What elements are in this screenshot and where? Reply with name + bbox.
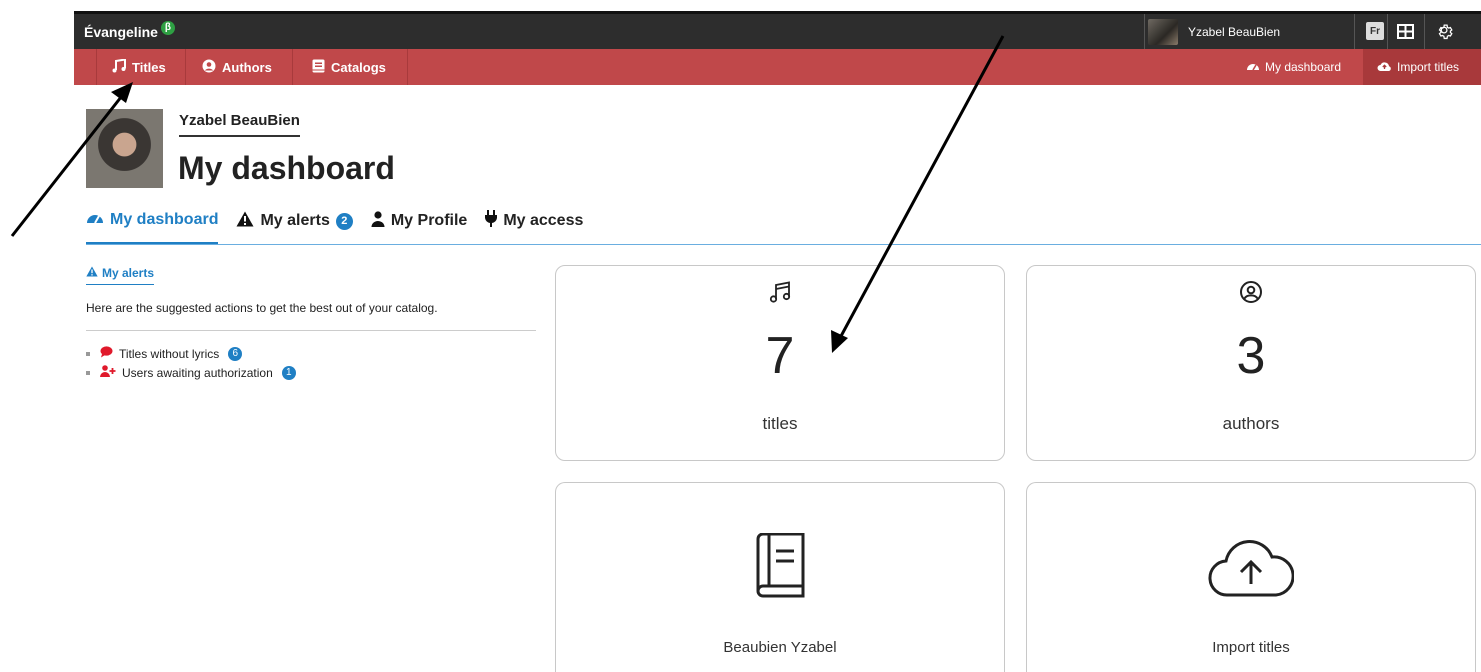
alerts-list: Titles without lyrics 6 Users awaiting a… — [86, 344, 296, 382]
alerts-heading-label: My alerts — [102, 266, 155, 280]
beta-badge: β — [160, 20, 175, 35]
tab-my-alerts[interactable]: My alerts 2 — [236, 206, 353, 236]
warning-icon — [86, 266, 98, 280]
divider — [86, 330, 536, 331]
nav-authors[interactable]: Authors — [202, 49, 272, 85]
music-icon — [556, 280, 1004, 304]
tab-label: My Profile — [390, 212, 468, 229]
tab-label: My access — [503, 212, 584, 229]
dashboard-icon — [86, 209, 104, 230]
user-plus-icon — [100, 365, 116, 380]
alert-label: Users awaiting authorization — [122, 365, 273, 380]
divider — [1424, 14, 1425, 49]
divider — [292, 49, 293, 85]
main-nav: Titles Authors Catalogs My dashboard Imp… — [74, 49, 1481, 85]
divider — [1354, 14, 1355, 49]
grid-icon[interactable] — [1394, 20, 1416, 42]
top-bar: Évangeline β Yzabel BeauBien Fr — [74, 14, 1481, 49]
avatar — [1148, 18, 1178, 45]
dashboard-icon — [1246, 59, 1260, 75]
divider — [96, 49, 97, 85]
brand[interactable]: Évangeline β — [84, 14, 175, 49]
titles-card[interactable]: 7 titles — [555, 265, 1005, 461]
nav-my-dashboard[interactable]: My dashboard — [1234, 49, 1362, 85]
titles-label: titles — [762, 414, 798, 433]
nav-import-titles[interactable]: Import titles — [1363, 49, 1481, 85]
profile-avatar — [86, 109, 163, 188]
user-icon — [371, 210, 385, 232]
language-button[interactable]: Fr — [1366, 22, 1384, 40]
nav-label: Authors — [222, 59, 272, 75]
alerts-heading[interactable]: My alerts — [86, 266, 155, 285]
catalog-card[interactable]: Beaubien Yzabel — [555, 482, 1005, 672]
tab-label: My alerts — [260, 212, 330, 229]
authors-card[interactable]: 3 authors — [1026, 265, 1476, 461]
alert-item-users-awaiting[interactable]: Users awaiting authorization 1 — [86, 363, 296, 382]
dashboard-tabs: My dashboard My alerts 2 My Profile My a… — [86, 206, 583, 245]
nav-titles[interactable]: Titles — [112, 49, 166, 85]
music-icon — [112, 57, 126, 76]
user-menu[interactable]: Yzabel BeauBien — [1144, 14, 1352, 49]
alerts-count-badge: 2 — [335, 212, 353, 230]
alert-count-badge: 6 — [228, 346, 243, 361]
tab-my-access[interactable]: My access — [485, 206, 583, 236]
tabs-divider — [86, 244, 1481, 245]
cloud-upload-icon — [1377, 60, 1392, 75]
alerts-description: Here are the suggested actions to get th… — [86, 301, 438, 315]
cloud-upload-icon — [1027, 537, 1475, 599]
divider — [407, 49, 408, 85]
nav-catalogs[interactable]: Catalogs — [312, 49, 386, 85]
import-card[interactable]: Import titles — [1026, 482, 1476, 672]
brand-name: Évangeline — [84, 23, 158, 40]
nav-label: Import titles — [1397, 60, 1460, 74]
page-title: My dashboard — [178, 150, 395, 186]
arrow-head-titles — [111, 82, 133, 103]
user-circle-icon — [1027, 280, 1475, 304]
tab-label: My dashboard — [110, 210, 219, 228]
book-icon — [556, 533, 1004, 599]
divider — [1387, 14, 1388, 49]
import-label: Import titles — [1212, 639, 1290, 656]
gear-icon[interactable] — [1434, 20, 1456, 42]
divider — [185, 49, 186, 85]
bullet — [86, 351, 90, 356]
warning-icon — [236, 211, 254, 232]
comment-icon — [100, 346, 113, 361]
alert-count-badge: 1 — [281, 365, 296, 380]
catalog-label: Beaubien Yzabel — [723, 639, 837, 656]
alert-label: Titles without lyrics — [119, 346, 220, 361]
nav-label: Titles — [132, 59, 166, 75]
user-name: Yzabel BeauBien — [1188, 24, 1281, 39]
user-circle-icon — [202, 59, 216, 76]
alert-item-titles-without-lyrics[interactable]: Titles without lyrics 6 — [86, 344, 296, 363]
bullet — [86, 370, 90, 375]
authors-label: authors — [1222, 414, 1280, 433]
book-icon — [312, 59, 325, 76]
tab-my-dashboard[interactable]: My dashboard — [86, 206, 219, 245]
titles-count: 7 — [765, 327, 795, 385]
tab-my-profile[interactable]: My Profile — [371, 206, 467, 236]
profile-user-name[interactable]: Yzabel BeauBien — [179, 112, 300, 137]
plug-icon — [485, 210, 498, 232]
authors-count: 3 — [1236, 327, 1266, 385]
nav-label: Catalogs — [331, 59, 386, 75]
nav-label: My dashboard — [1265, 60, 1342, 74]
